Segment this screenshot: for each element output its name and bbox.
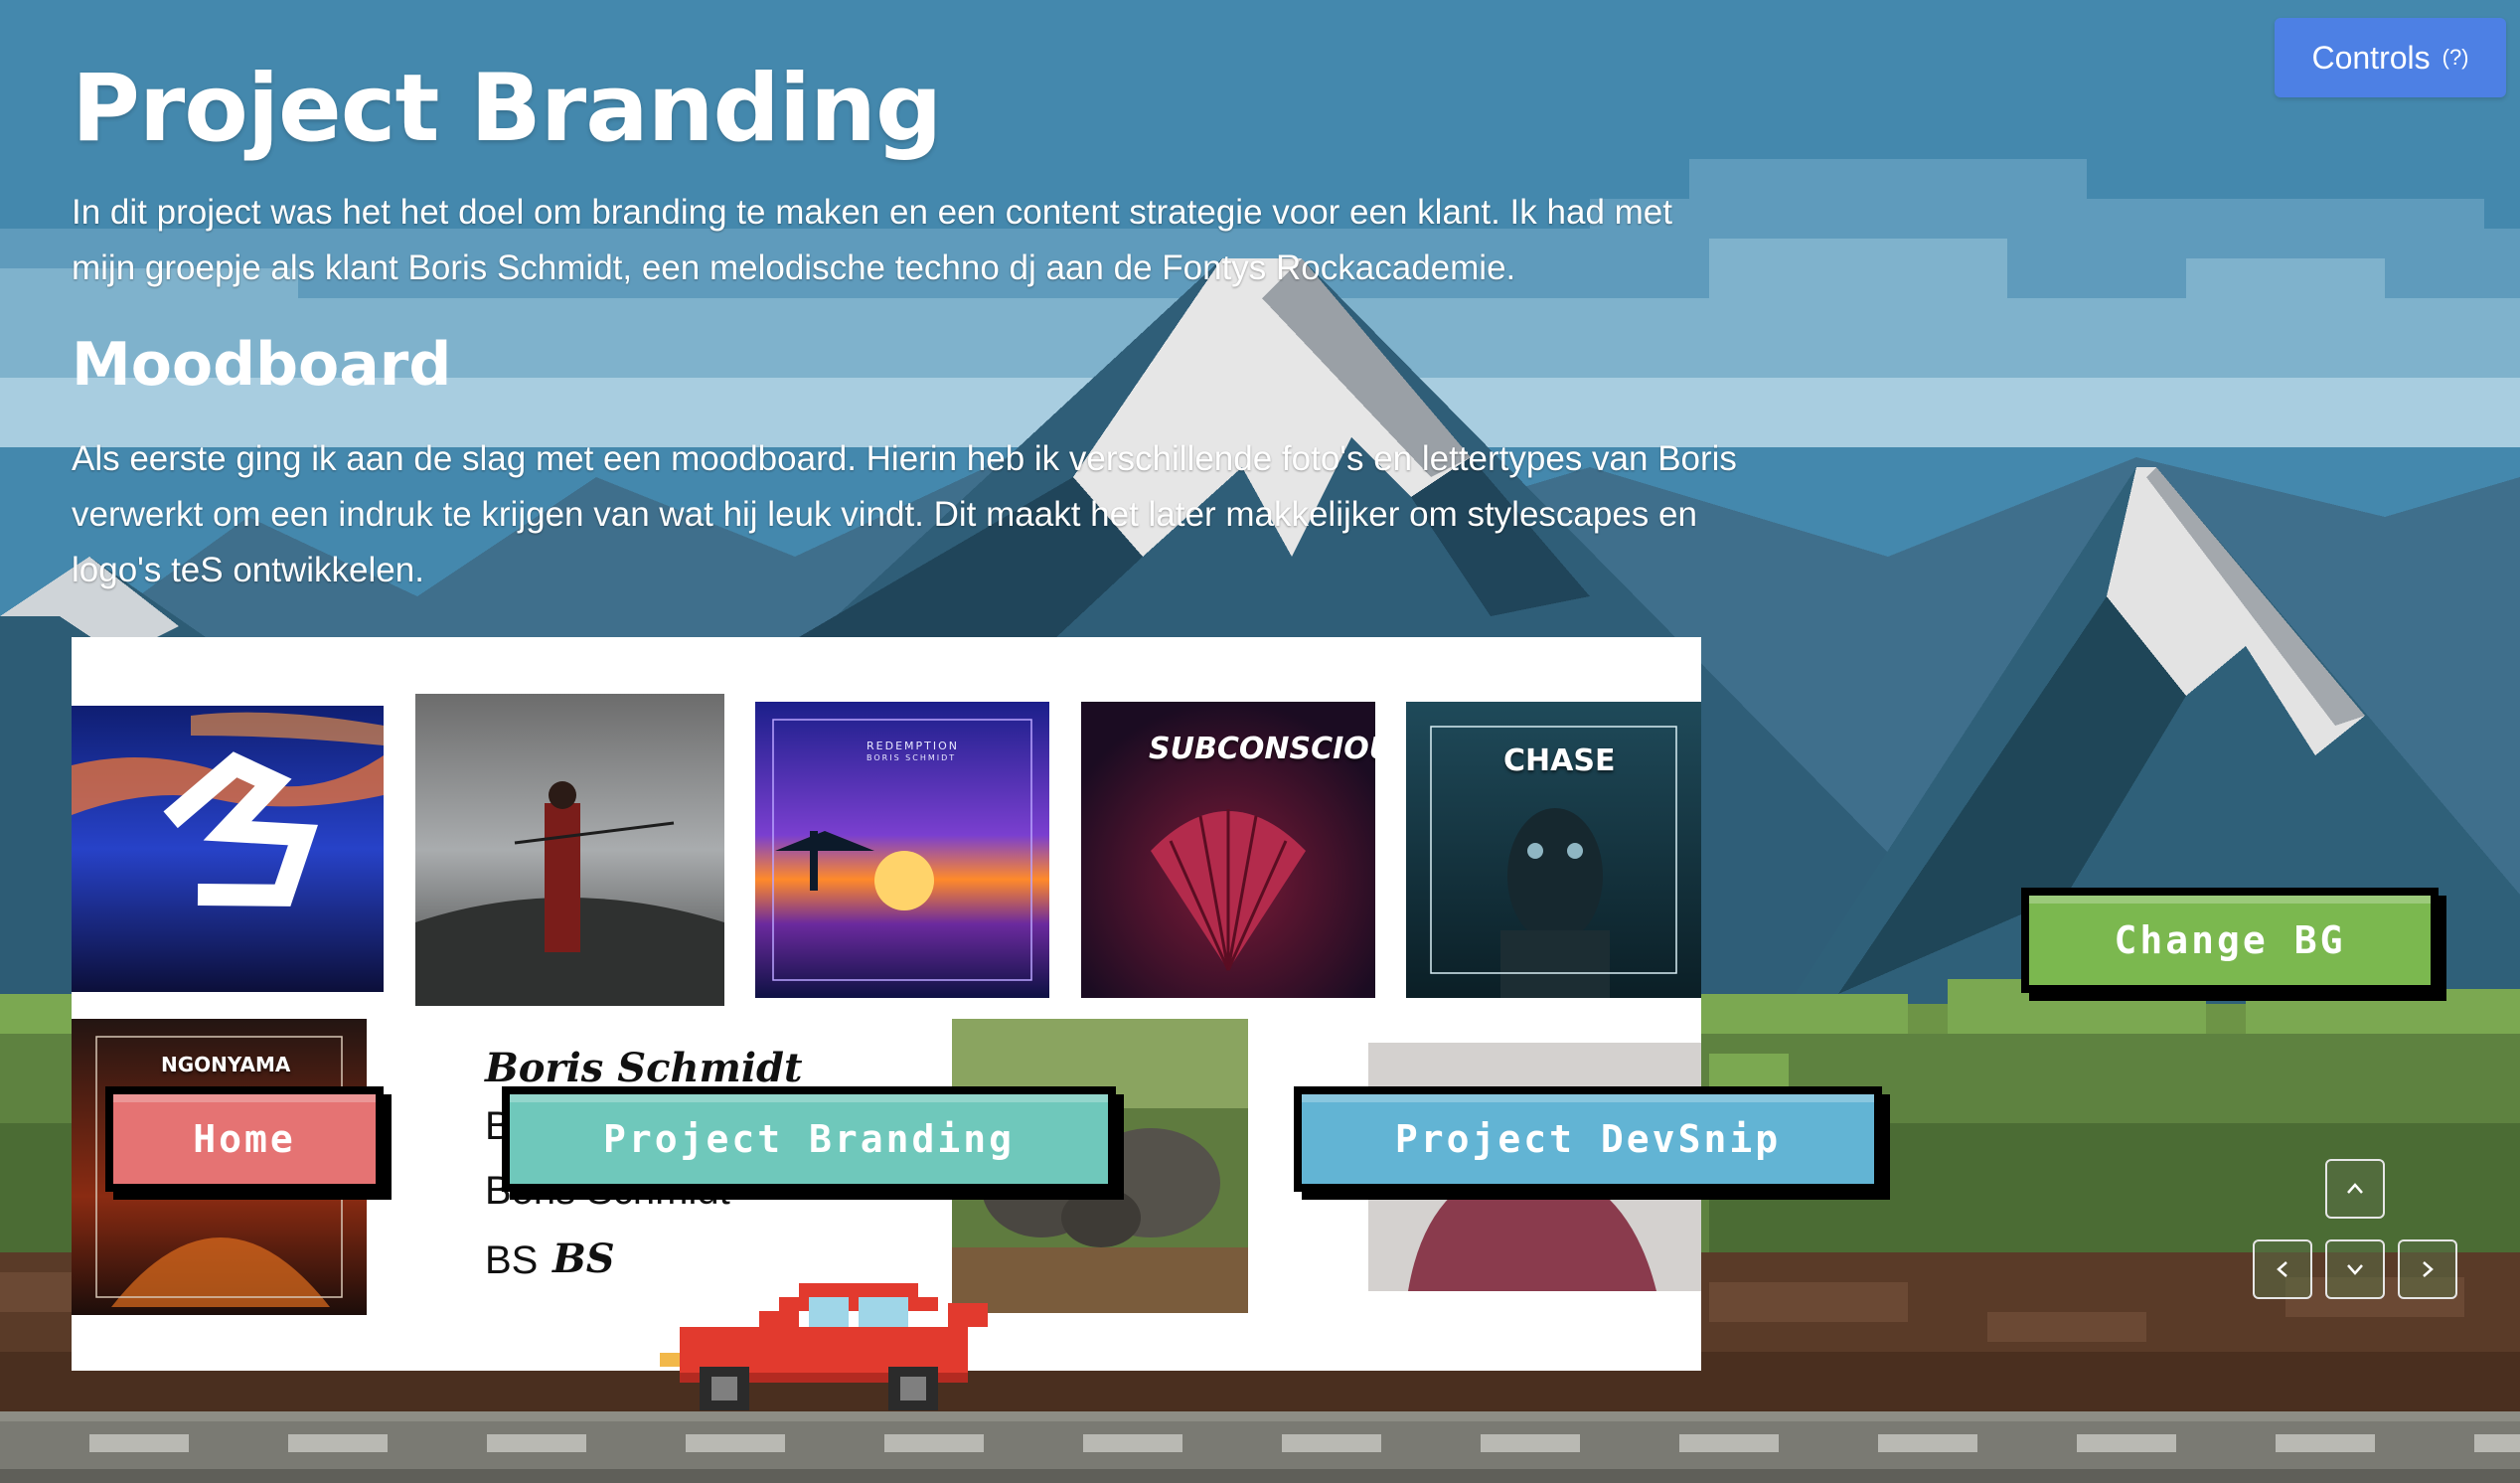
moodboard-paragraph: Als eerste ging ik aan de slag met een m… <box>72 439 1737 589</box>
font-sample-script: Boris Schmidt <box>485 1045 803 1091</box>
controls-button[interactable]: Controls (?) <box>2275 18 2506 97</box>
arrow-up-key[interactable] <box>2325 1159 2385 1219</box>
redemption-title: REDEMPTION <box>866 740 959 752</box>
intro-paragraph: In dit project was het het doel om brand… <box>72 193 1672 287</box>
arrow-down-key[interactable] <box>2325 1239 2385 1299</box>
controls-label: Controls <box>2311 39 2431 76</box>
moodboard-image: REDEMPTION BORIS SCHMIDT SUBCONSCIOUS CH… <box>72 637 1701 1371</box>
moodboard-heading: Moodboard <box>72 330 452 400</box>
project-devsnip-button[interactable]: Project DevSnip <box>1294 1086 1882 1192</box>
chevron-left-icon <box>2277 1261 2287 1277</box>
home-button[interactable]: Home <box>105 1086 384 1192</box>
project-branding-button[interactable]: Project Branding <box>502 1086 1116 1192</box>
redemption-cover-tile: REDEMPTION BORIS SCHMIDT <box>755 702 1049 998</box>
chase-title: CHASE <box>1503 743 1616 778</box>
pixel-car <box>660 1283 988 1410</box>
redemption-artist: BORIS SCHMIDT <box>866 753 957 762</box>
arrow-left-key[interactable] <box>2253 1239 2312 1299</box>
chevron-right-icon <box>2423 1261 2434 1277</box>
chevron-up-icon <box>2347 1183 2363 1194</box>
subconscious-cover-tile: SUBCONSCIOUS <box>1081 702 1375 998</box>
maasai-photo-tile <box>415 694 724 1006</box>
font-sample-bs-logo: BS <box>552 1236 615 1282</box>
page-title: Project Branding <box>72 55 942 163</box>
arrow-right-key[interactable] <box>2398 1239 2457 1299</box>
chase-cover-tile: CHASE <box>1406 702 1701 998</box>
bs-logo-tile <box>72 706 384 992</box>
help-icon: (?) <box>2441 45 2469 70</box>
chevron-down-icon <box>2347 1264 2363 1275</box>
ngonyama-title: NGONYAMA <box>161 1053 291 1076</box>
change-bg-button[interactable]: Change BG <box>2021 888 2439 993</box>
font-sample-bs: BS <box>485 1238 539 1282</box>
subconscious-title: SUBCONSCIOUS <box>1149 732 1375 766</box>
